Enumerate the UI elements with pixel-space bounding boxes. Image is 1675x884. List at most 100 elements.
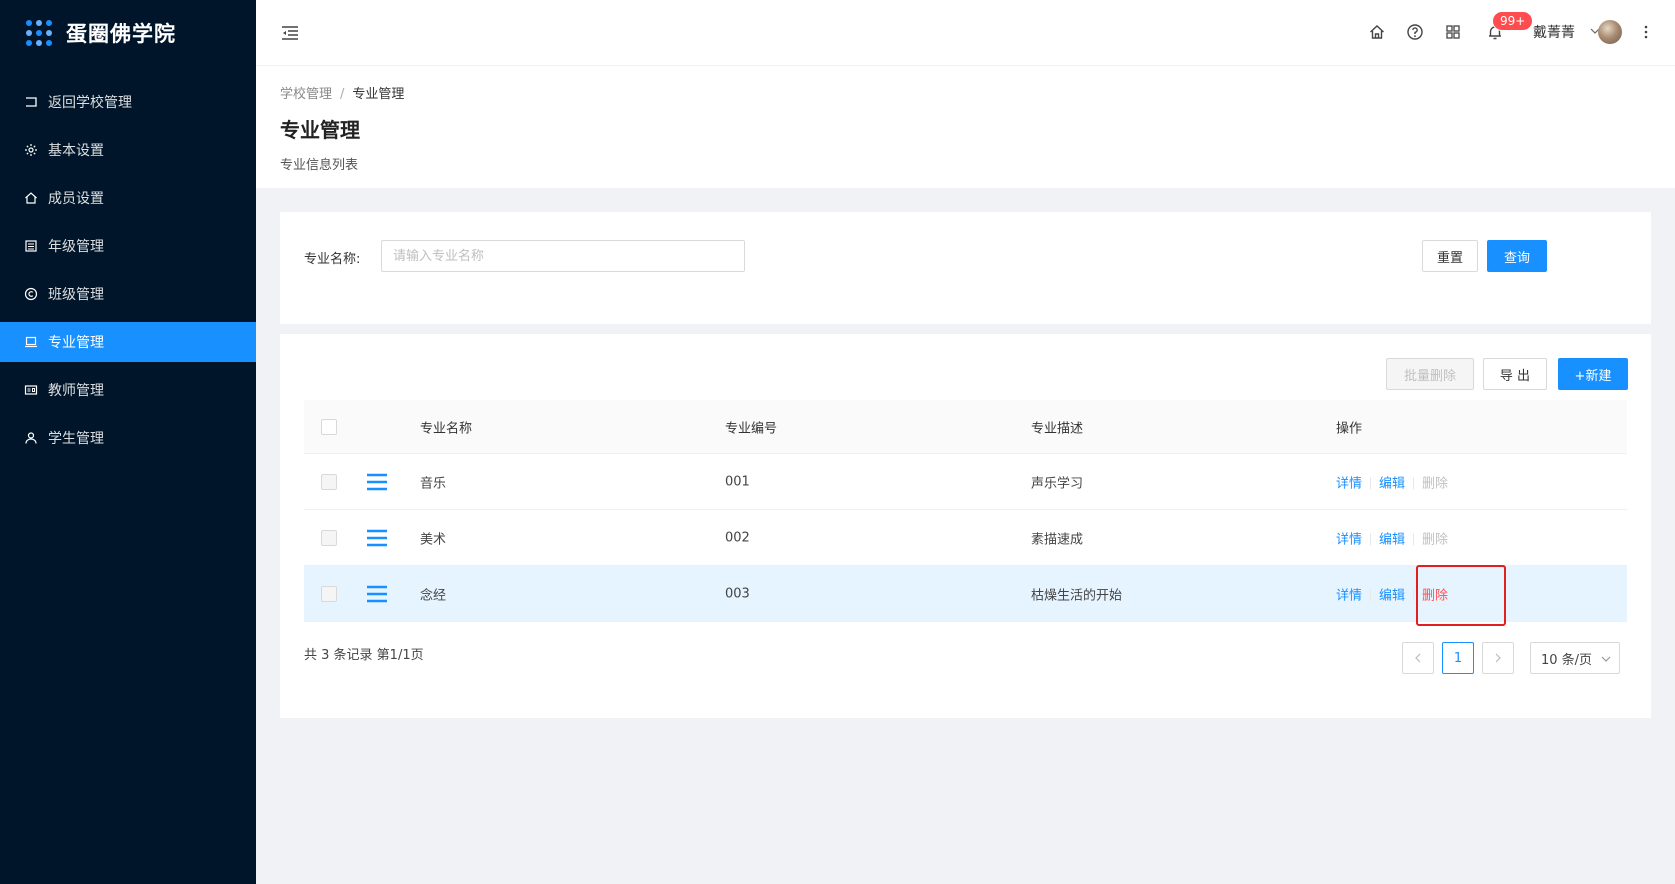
page-size-select[interactable]: 10 条/页 xyxy=(1530,642,1620,674)
major-code: 002 xyxy=(725,530,750,545)
copyright-icon xyxy=(24,287,38,301)
major-name-input[interactable] xyxy=(381,240,745,272)
sidebar-item-label: 学生管理 xyxy=(48,431,104,447)
detail-link[interactable]: 详情 xyxy=(1336,532,1362,547)
home-icon[interactable] xyxy=(1368,23,1386,41)
edit-link[interactable]: 编辑 xyxy=(1379,588,1405,603)
page-header: 学校管理 / 专业管理 专业管理 专业信息列表 xyxy=(256,66,1675,188)
major-description: 枯燥生活的开始 xyxy=(1031,588,1123,603)
app-title: 蛋圈佛学院 xyxy=(66,22,176,46)
prev-page-button[interactable] xyxy=(1402,642,1434,674)
drag-handle-icon[interactable] xyxy=(367,529,387,547)
column-header-actions: 操作 xyxy=(1336,421,1363,436)
page-number-button[interactable]: 1 xyxy=(1442,642,1474,674)
return-icon xyxy=(26,97,37,107)
sidebar-item-label: 返回学校管理 xyxy=(48,95,132,111)
major-name: 音乐 xyxy=(420,476,447,491)
sidebar-item-members[interactable]: 成员设置 xyxy=(0,178,256,218)
detail-link[interactable]: 详情 xyxy=(1336,476,1362,491)
row-checkbox[interactable] xyxy=(321,473,337,490)
major-name-label: 专业名称: xyxy=(304,252,361,267)
action-divider xyxy=(1413,477,1415,490)
page-size-value: 10 条/页 xyxy=(1541,652,1593,668)
table-row: 美术 002 素描速成 详情 编辑 删除 xyxy=(304,510,1627,566)
breadcrumb-link[interactable]: 学校管理 xyxy=(280,87,332,102)
export-button[interactable]: 导 出 xyxy=(1483,358,1547,390)
page-title: 专业管理 xyxy=(280,118,360,142)
annotation-highlight-box xyxy=(1416,565,1506,626)
calendar-icon xyxy=(25,240,37,252)
apps-icon[interactable] xyxy=(1444,23,1462,41)
major-description: 声乐学习 xyxy=(1031,476,1084,491)
delete-link[interactable]: 删除 xyxy=(1422,532,1448,547)
breadcrumb: 学校管理 / 专业管理 xyxy=(280,83,404,102)
user-icon xyxy=(25,432,37,444)
sidebar-item-teachers[interactable]: 教师管理 xyxy=(0,370,256,410)
chevron-right-icon xyxy=(1495,653,1501,663)
major-name: 念经 xyxy=(420,588,447,603)
notification-badge: 99+ xyxy=(1492,11,1534,31)
batch-delete-button[interactable]: 批量删除 xyxy=(1386,358,1474,390)
row-checkbox[interactable] xyxy=(321,529,337,546)
top-header: 99+ 戴菁菁 xyxy=(256,0,1675,66)
action-divider xyxy=(1370,477,1372,490)
logo[interactable]: 蛋圈佛学院 xyxy=(0,0,256,66)
grid-logo-icon xyxy=(26,20,52,46)
sidebar-item-basic-settings[interactable]: 基本设置 xyxy=(0,130,256,170)
menu-fold-icon[interactable] xyxy=(280,23,300,43)
sidebar-item-label: 年级管理 xyxy=(48,239,104,255)
sidebar-item-label: 教师管理 xyxy=(48,383,104,399)
laptop-icon xyxy=(25,336,37,348)
sidebar-item-students[interactable]: 学生管理 xyxy=(0,418,256,458)
edit-link[interactable]: 编辑 xyxy=(1379,532,1405,547)
drag-handle-icon[interactable] xyxy=(367,585,387,603)
sidebar-item-label: 班级管理 xyxy=(48,287,104,303)
action-divider xyxy=(1370,533,1372,546)
action-divider xyxy=(1370,589,1372,602)
pagination-summary: 共 3 条记录 第1/1页 xyxy=(304,648,424,663)
major-code: 003 xyxy=(725,586,750,601)
home-icon xyxy=(25,192,37,204)
more-vertical-icon[interactable] xyxy=(1644,24,1648,40)
column-header-name: 专业名称 xyxy=(420,421,473,436)
query-button[interactable]: 查询 xyxy=(1487,240,1547,272)
gear-icon xyxy=(25,144,37,156)
username[interactable]: 戴菁菁 xyxy=(1533,22,1575,42)
sidebar-item-label: 成员设置 xyxy=(48,191,104,207)
reset-button[interactable]: 重置 xyxy=(1422,240,1478,272)
delete-link[interactable]: 删除 xyxy=(1422,476,1448,491)
action-divider xyxy=(1413,533,1415,546)
breadcrumb-separator: / xyxy=(340,87,345,102)
create-button[interactable]: +新建 xyxy=(1558,358,1628,390)
major-name: 美术 xyxy=(420,532,447,547)
column-header-description: 专业描述 xyxy=(1031,421,1084,436)
search-form: 专业名称: 重置 查询 xyxy=(280,212,1651,324)
sidebar-item-label: 基本设置 xyxy=(48,143,104,159)
id-card-icon xyxy=(24,385,38,395)
table-header: 专业名称 专业编号 专业描述 操作 xyxy=(304,400,1627,454)
column-header-code: 专业编号 xyxy=(725,421,778,436)
table-row: 音乐 001 声乐学习 详情 编辑 删除 xyxy=(304,454,1627,510)
avatar[interactable] xyxy=(1598,20,1622,44)
sidebar-item-grades[interactable]: 年级管理 xyxy=(0,226,256,266)
sidebar-item-majors[interactable]: 专业管理 xyxy=(0,322,256,362)
major-code: 001 xyxy=(725,474,750,489)
next-page-button[interactable] xyxy=(1482,642,1514,674)
breadcrumb-current: 专业管理 xyxy=(352,87,405,102)
sidebar: 蛋圈佛学院 返回学校管理 基本设置 成员设置 年级管理 班级管理 专业管理 教师… xyxy=(0,0,256,884)
drag-handle-icon[interactable] xyxy=(367,473,387,491)
detail-link[interactable]: 详情 xyxy=(1336,588,1362,603)
table-card: 批量删除 导 出 +新建 专业名称 专业编号 专业描述 操作 音乐 001 声乐… xyxy=(280,334,1651,718)
chevron-left-icon xyxy=(1415,653,1421,663)
row-actions: 详情 编辑 删除 xyxy=(1336,472,1448,491)
sidebar-item-classes[interactable]: 班级管理 xyxy=(0,274,256,314)
sidebar-menu: 返回学校管理 基本设置 成员设置 年级管理 班级管理 专业管理 教师管理 学生管… xyxy=(0,82,256,458)
chevron-down-icon xyxy=(1601,656,1611,662)
select-all-checkbox[interactable] xyxy=(321,418,337,435)
help-icon[interactable] xyxy=(1406,23,1424,41)
edit-link[interactable]: 编辑 xyxy=(1379,476,1405,491)
sidebar-item-return[interactable]: 返回学校管理 xyxy=(0,82,256,122)
sidebar-item-label: 专业管理 xyxy=(48,335,104,351)
row-checkbox[interactable] xyxy=(321,585,337,602)
page-subtitle: 专业信息列表 xyxy=(280,158,359,173)
